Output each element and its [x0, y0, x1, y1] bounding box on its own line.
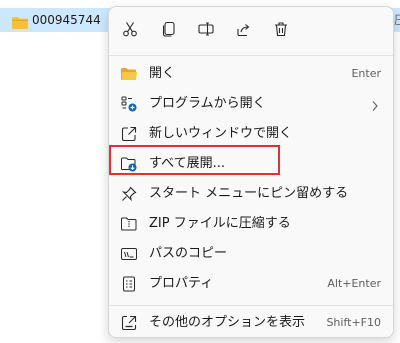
toolbar-divider	[109, 55, 393, 56]
menu-item-compress-zip[interactable]: ZIP ファイルに圧縮する	[113, 209, 389, 239]
context-menu-toolbar	[109, 7, 393, 55]
screen: 000945744 圧	[0, 0, 400, 343]
menu-item-pin-to-start[interactable]: スタート メニューにピン留めする	[113, 179, 389, 209]
menu-item-shortcut: Enter	[351, 67, 381, 80]
copy-button[interactable]	[154, 16, 184, 46]
menu-item-label: スタート メニューにピン留めする	[149, 186, 349, 201]
share-icon	[235, 21, 251, 41]
file-name: 000945744	[32, 13, 101, 27]
chevron-right-icon	[371, 97, 379, 116]
cut-button[interactable]	[115, 16, 145, 46]
menu-item-copy-path[interactable]: パスのコピー	[113, 239, 389, 269]
open-with-icon	[121, 96, 137, 112]
copy-icon	[161, 21, 177, 41]
menu-item-label: プロパティ	[149, 276, 214, 291]
pin-icon	[121, 186, 137, 202]
cut-icon	[122, 21, 138, 41]
zip-icon	[121, 216, 137, 232]
copy-path-icon	[121, 246, 137, 262]
menu-item-label: 新しいウィンドウで開く	[149, 126, 293, 141]
menu-item-label: 開く	[149, 66, 176, 81]
menu-item-more-options[interactable]: その他のオプションを表示 Shift+F10	[113, 308, 389, 338]
delete-icon	[273, 21, 289, 41]
menu-item-label: プログラムから開く	[149, 96, 266, 111]
highlight-box	[109, 145, 280, 175]
menu-item-label: その他のオプションを表示	[149, 315, 306, 330]
menu-item-open[interactable]: 開く Enter	[113, 59, 389, 89]
menu-item-label: パスのコピー	[149, 246, 228, 261]
rename-icon	[198, 21, 214, 41]
menu-item-shortcut: Shift+F10	[326, 316, 381, 329]
folder-icon	[12, 14, 28, 33]
menu-item-properties[interactable]: プロパティ Alt+Enter	[113, 269, 389, 299]
new-window-icon	[121, 126, 137, 142]
delete-button[interactable]	[266, 16, 296, 46]
rename-button[interactable]	[191, 16, 221, 46]
file-row-trailing-text: 圧	[394, 11, 400, 29]
menu-item-open-with[interactable]: プログラムから開く	[113, 89, 389, 119]
properties-icon	[121, 276, 137, 292]
folder-open-icon	[121, 66, 137, 82]
menu-item-label: ZIP ファイルに圧縮する	[149, 216, 291, 231]
more-options-icon	[121, 315, 137, 331]
menu-divider	[109, 305, 393, 306]
menu-item-shortcut: Alt+Enter	[327, 277, 381, 290]
share-button[interactable]	[228, 16, 258, 46]
